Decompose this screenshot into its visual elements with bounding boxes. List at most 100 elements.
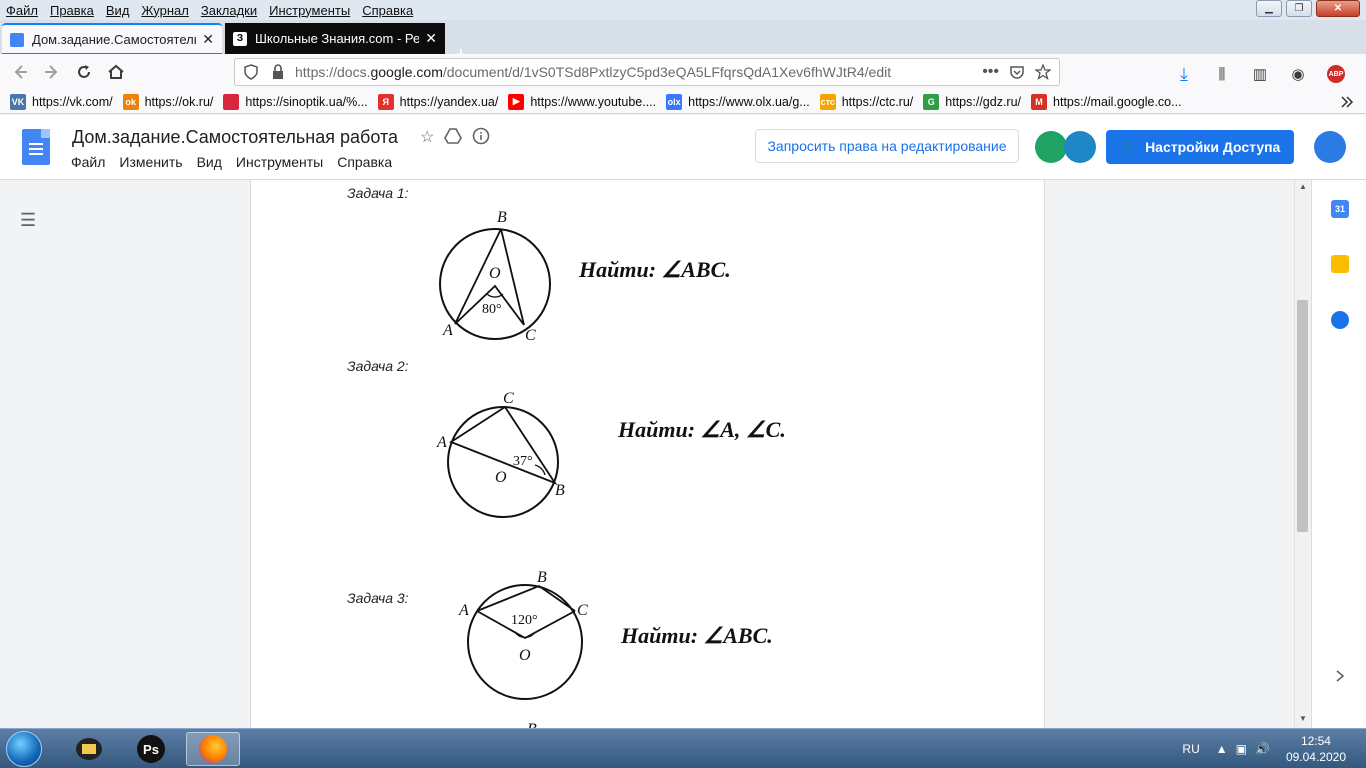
minimize-button[interactable]: ▁ xyxy=(1256,0,1282,17)
menu-file[interactable]: Файл xyxy=(0,3,44,18)
back-button[interactable] xyxy=(4,56,36,88)
collaborator-avatar[interactable] xyxy=(1064,131,1096,163)
firefox-menubar: Файл Правка Вид Журнал Закладки Инструме… xyxy=(0,0,1366,20)
vertical-scrollbar[interactable]: ▲ ▼ xyxy=(1294,180,1310,728)
docs-menu-tools[interactable]: Инструменты xyxy=(236,154,323,170)
document-title[interactable]: Дом.задание.Самостоятельная работа xyxy=(72,127,398,148)
close-tab-icon[interactable]: ✕ xyxy=(202,31,214,48)
docs-menu-help[interactable]: Справка xyxy=(337,154,392,170)
find-text: Найти: ∠A, ∠C. xyxy=(618,417,786,442)
document-page: Задача 1: B O A C 80° Найти: ∠ABC. Задач… xyxy=(250,180,1045,728)
bookmark-label: https://ok.ru/ xyxy=(144,94,214,109)
title-icons: ☆ xyxy=(420,127,490,147)
bookmark-olx[interactable]: olx https://www.olx.ua/g... xyxy=(666,93,810,110)
info-icon[interactable] xyxy=(472,127,490,145)
toolbar-right: ⤓ ⫼ ▥ ◉ ABP ☰ xyxy=(1168,58,1366,90)
menu-history[interactable]: Журнал xyxy=(135,3,194,18)
show-hidden-icons-icon[interactable]: ▲ xyxy=(1216,742,1228,756)
adblock-icon[interactable]: ABP xyxy=(1320,58,1352,90)
bookmark-ctc[interactable]: стс https://ctc.ru/ xyxy=(819,93,913,110)
shield-icon xyxy=(244,64,258,80)
taskbar-firefox[interactable] xyxy=(186,732,240,766)
hamburger-menu-icon[interactable]: ☰ xyxy=(1362,58,1366,90)
menu-help[interactable]: Справка xyxy=(356,3,419,18)
point-label: C xyxy=(577,602,588,619)
share-button-label: Настройки Доступа xyxy=(1145,139,1281,155)
drive-icon[interactable] xyxy=(444,127,463,145)
pocket-icon xyxy=(1010,66,1024,79)
keep-icon[interactable] xyxy=(1331,255,1349,273)
language-indicator[interactable]: RU xyxy=(1182,742,1199,756)
url-text: https://docs.google.com/document/d/1vS0T… xyxy=(295,64,892,80)
home-button[interactable] xyxy=(100,56,132,88)
clock-time: 12:54 xyxy=(1300,734,1331,748)
tasks-icon[interactable] xyxy=(1331,311,1349,329)
account-icon[interactable]: ◉ xyxy=(1282,58,1314,90)
tab-bar: Дом.задание.Самостоятельна ✕ З Школьные … xyxy=(0,20,1366,66)
network-icon[interactable]: ▣ xyxy=(1236,742,1247,756)
tab-znanija[interactable]: З Школьные Знания.com - Реш ✕ xyxy=(225,23,445,54)
request-edit-access-button[interactable]: Запросить права на редактирование xyxy=(755,129,1019,163)
task-label: Задача 3: xyxy=(347,590,409,606)
page-actions-icon[interactable]: ••• xyxy=(982,63,999,81)
find-text: Найти: ∠ABC. xyxy=(621,623,773,648)
volume-icon[interactable]: 🔊 xyxy=(1255,742,1270,756)
address-bar[interactable]: https://docs.google.com/document/d/1vS0T… xyxy=(234,58,1060,86)
point-label: O xyxy=(495,469,507,486)
docs-menu-view[interactable]: Вид xyxy=(197,154,222,170)
bookmarks-overflow-chevron-icon[interactable] xyxy=(1340,95,1354,109)
ctc-icon: стс xyxy=(819,93,836,110)
system-tray: RU ▲ ▣ 🔊 12:54 09.04.2020 xyxy=(1182,729,1346,768)
scroll-down-arrow-icon[interactable]: ▼ xyxy=(1299,714,1307,723)
tab-google-docs[interactable]: Дом.задание.Самостоятельна ✕ xyxy=(2,23,222,54)
docs-menu-file[interactable]: Файл xyxy=(71,154,105,170)
point-label: B xyxy=(555,482,565,499)
angle-label: 120° xyxy=(511,613,538,628)
bookmark-gdz[interactable]: Ghttps://gdz.ru/ xyxy=(923,93,1021,110)
close-window-button[interactable]: ✕ xyxy=(1316,0,1360,17)
maximize-button[interactable]: ❐ xyxy=(1286,0,1312,17)
library-icon[interactable]: ⫼ xyxy=(1206,58,1238,90)
menu-tools[interactable]: Инструменты xyxy=(263,3,356,18)
close-tab-icon[interactable]: ✕ xyxy=(425,30,437,47)
firefox-icon xyxy=(199,735,227,763)
scrollbar-thumb[interactable] xyxy=(1297,300,1308,532)
side-panel: 31 xyxy=(1311,180,1366,728)
reload-button[interactable] xyxy=(68,56,100,88)
folder-icon xyxy=(76,738,102,760)
bookmark-ok[interactable]: ok https://ok.ru/ xyxy=(122,93,214,110)
taskbar-photoshop[interactable]: Ps xyxy=(124,732,178,766)
sidebar-icon[interactable]: ▥ xyxy=(1244,58,1276,90)
collaborator-avatar[interactable] xyxy=(1035,131,1067,163)
expand-panel-chevron-icon[interactable] xyxy=(1334,669,1346,683)
vk-icon: VK xyxy=(10,93,26,110)
task2-figure: C A O B 37° xyxy=(436,390,565,518)
bookmark-yandex[interactable]: Яhttps://yandex.ua/ xyxy=(377,93,498,110)
menu-edit[interactable]: Правка xyxy=(44,3,100,18)
bookmark-youtube[interactable]: ▶ https://www.youtube.... xyxy=(508,93,656,110)
clock[interactable]: 12:54 09.04.2020 xyxy=(1286,733,1346,765)
share-button[interactable]: 👤 Настройки Доступа xyxy=(1106,130,1294,164)
bookmark-vk[interactable]: VK https://vk.com/ xyxy=(10,93,113,110)
menu-bookmarks[interactable]: Закладки xyxy=(195,3,263,18)
calendar-icon[interactable]: 31 xyxy=(1331,200,1349,218)
google-docs-logo-icon[interactable] xyxy=(22,129,50,165)
docs-menu-edit[interactable]: Изменить xyxy=(119,154,182,170)
bookmark-label: https://www.olx.ua/g... xyxy=(688,94,810,109)
document-canvas: ☰ Задача 1: B O A C 80° Найти: ∠ABC. Зад… xyxy=(0,180,1310,728)
downloads-icon[interactable]: ⤓ xyxy=(1168,58,1200,90)
forward-button[interactable] xyxy=(36,56,68,88)
home-icon xyxy=(108,64,124,79)
menu-view[interactable]: Вид xyxy=(100,3,136,18)
document-outline-icon[interactable]: ☰ xyxy=(20,210,36,231)
user-avatar[interactable] xyxy=(1314,131,1346,163)
thermometer-icon xyxy=(223,93,240,110)
star-icon[interactable]: ☆ xyxy=(420,127,434,147)
bookmark-star-icon xyxy=(1035,64,1051,80)
bookmark-gmail[interactable]: Mhttps://mail.google.co... xyxy=(1031,93,1182,110)
docs-menubar: Файл Изменить Вид Инструменты Справка xyxy=(71,154,406,170)
scroll-up-arrow-icon[interactable]: ▲ xyxy=(1299,182,1307,191)
windows-start-button[interactable] xyxy=(6,731,42,767)
taskbar-file-explorer[interactable] xyxy=(62,732,116,766)
bookmark-thermometer[interactable]: https://sinoptik.ua/%... xyxy=(223,93,368,110)
